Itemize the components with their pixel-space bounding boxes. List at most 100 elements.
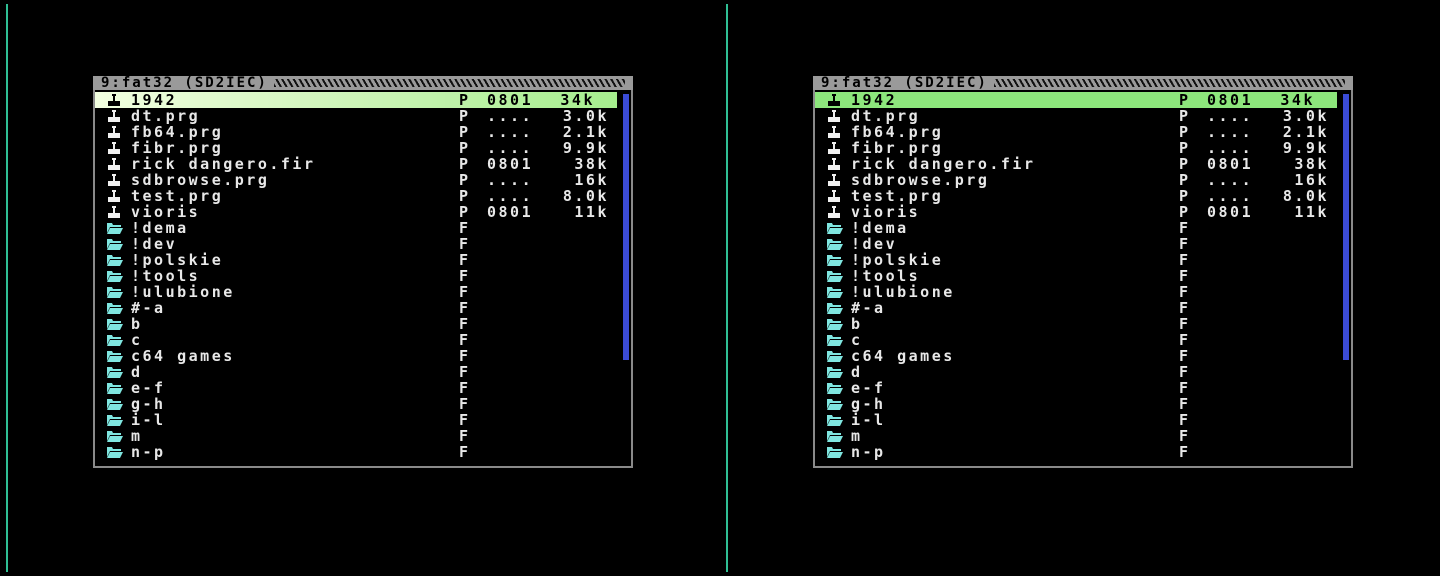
- file-row[interactable]: bF: [815, 316, 1351, 332]
- folder-icon: [827, 430, 843, 442]
- file-size: 8.0k: [1282, 187, 1329, 205]
- file-row[interactable]: sdbrowse.prg P.... 16k: [95, 172, 631, 188]
- file-row[interactable]: dt.prg P.... 3.0k: [95, 108, 631, 124]
- file-row[interactable]: fibr.prg P.... 9.9k: [815, 140, 1351, 156]
- folder-icon: [107, 382, 123, 394]
- file-row[interactable]: mF: [95, 428, 631, 444]
- file-type: F: [1179, 411, 1191, 429]
- file-name: fibr.prg: [131, 139, 224, 157]
- file-row[interactable]: !dev F: [95, 236, 631, 252]
- file-name: !dev: [131, 235, 178, 253]
- file-row[interactable]: e-f F: [815, 380, 1351, 396]
- file-load-address: 0801: [1207, 91, 1254, 109]
- file-name: c: [131, 331, 143, 349]
- file-row[interactable]: fb64.prg P.... 2.1k: [815, 124, 1351, 140]
- file-name: rick dangero.fir: [851, 155, 1036, 173]
- file-row[interactable]: !dema F: [815, 220, 1351, 236]
- file-row[interactable]: !ulubione F: [95, 284, 631, 300]
- titlebar-hatch: [993, 79, 1345, 87]
- file-row[interactable]: !polskie F: [815, 252, 1351, 268]
- file-row[interactable]: fb64.prg P.... 2.1k: [95, 124, 631, 140]
- file-type: P: [1179, 123, 1191, 141]
- file-row[interactable]: c64 games F: [95, 348, 631, 364]
- file-type: F: [459, 427, 471, 445]
- file-row-selected[interactable]: 1942 P 0801 34k: [815, 92, 1337, 108]
- file-row[interactable]: sdbrowse.prg P.... 16k: [815, 172, 1351, 188]
- file-row-selected[interactable]: 1942 P 0801 34k: [95, 92, 617, 108]
- file-row[interactable]: rick dangero.fir P 0801 38k: [815, 156, 1351, 172]
- file-row[interactable]: n-p F: [815, 444, 1351, 460]
- file-row[interactable]: rick dangero.fir P 0801 38k: [95, 156, 631, 172]
- file-type: P: [459, 203, 471, 221]
- scrollbar[interactable]: [623, 94, 629, 360]
- file-row[interactable]: fibr.prg P.... 9.9k: [95, 140, 631, 156]
- file-row[interactable]: !polskie F: [95, 252, 631, 268]
- file-row[interactable]: i-l F: [95, 412, 631, 428]
- file-name: vioris: [131, 203, 201, 221]
- file-row[interactable]: mF: [815, 428, 1351, 444]
- file-type: F: [1179, 315, 1191, 333]
- file-row[interactable]: !tools F: [815, 268, 1351, 284]
- joystick-icon: [827, 110, 841, 122]
- folder-icon: [107, 318, 123, 330]
- file-row[interactable]: c64 games F: [815, 348, 1351, 364]
- file-type: F: [459, 235, 471, 253]
- file-row[interactable]: test.prg P.... 8.0k: [95, 188, 631, 204]
- file-row[interactable]: g-h F: [815, 396, 1351, 412]
- file-row[interactable]: g-h F: [95, 396, 631, 412]
- file-row[interactable]: n-p F: [95, 444, 631, 460]
- folder-icon: [827, 302, 843, 314]
- panel-titlebar: 9:fat32 (SD2IEC): [93, 76, 633, 90]
- file-row[interactable]: !ulubione F: [815, 284, 1351, 300]
- file-row[interactable]: dF: [815, 364, 1351, 380]
- file-type: P: [1179, 139, 1191, 157]
- file-row[interactable]: dF: [95, 364, 631, 380]
- file-load-address: 0801: [1207, 203, 1254, 221]
- file-row[interactable]: #-a F: [815, 300, 1351, 316]
- file-type: F: [459, 443, 471, 461]
- file-row[interactable]: dt.prg P.... 3.0k: [815, 108, 1351, 124]
- file-load-address: ....: [487, 123, 534, 141]
- file-name: !dema: [851, 219, 909, 237]
- folder-icon: [827, 446, 843, 458]
- file-row[interactable]: cF: [95, 332, 631, 348]
- file-row[interactable]: !tools F: [95, 268, 631, 284]
- file-row[interactable]: i-l F: [815, 412, 1351, 428]
- scrollbar[interactable]: [1343, 94, 1349, 360]
- file-row[interactable]: cF: [815, 332, 1351, 348]
- file-row[interactable]: !dev F: [815, 236, 1351, 252]
- joystick-icon: [107, 94, 121, 106]
- file-name: n-p: [131, 443, 166, 461]
- file-row[interactable]: e-f F: [95, 380, 631, 396]
- file-load-address: 0801: [1207, 155, 1254, 173]
- file-name: d: [851, 363, 863, 381]
- file-load-address: 0801: [487, 203, 534, 221]
- file-type: F: [459, 315, 471, 333]
- file-row[interactable]: bF: [95, 316, 631, 332]
- file-name: !ulubione: [131, 283, 235, 301]
- folder-icon: [107, 270, 123, 282]
- folder-icon: [827, 366, 843, 378]
- file-row[interactable]: !dema F: [95, 220, 631, 236]
- file-name: c64 games: [851, 347, 955, 365]
- file-row[interactable]: #-a F: [95, 300, 631, 316]
- file-type: F: [1179, 379, 1191, 397]
- folder-icon: [827, 350, 843, 362]
- file-type: P: [1179, 155, 1191, 173]
- file-size: 11k: [574, 203, 609, 221]
- file-list[interactable]: 1942 P 0801 34k dt.prg P.... 3.0k fb64.prg P....…: [815, 92, 1351, 460]
- file-type: F: [459, 283, 471, 301]
- file-row[interactable]: test.prg P.... 8.0k: [815, 188, 1351, 204]
- file-size: 16k: [1294, 171, 1329, 189]
- file-list[interactable]: 1942 P 0801 34k dt.prg P.... 3.0k fb64.prg P....…: [95, 92, 631, 460]
- file-row[interactable]: vioris P 0801 11k: [815, 204, 1351, 220]
- joystick-icon: [107, 142, 121, 154]
- file-type: P: [1179, 203, 1191, 221]
- file-load-address: ....: [487, 171, 534, 189]
- file-row[interactable]: vioris P 0801 11k: [95, 204, 631, 220]
- file-type: F: [459, 267, 471, 285]
- file-size: 2.1k: [1282, 123, 1329, 141]
- file-type: F: [1179, 251, 1191, 269]
- file-name: !tools: [131, 267, 201, 285]
- file-name: e-f: [851, 379, 886, 397]
